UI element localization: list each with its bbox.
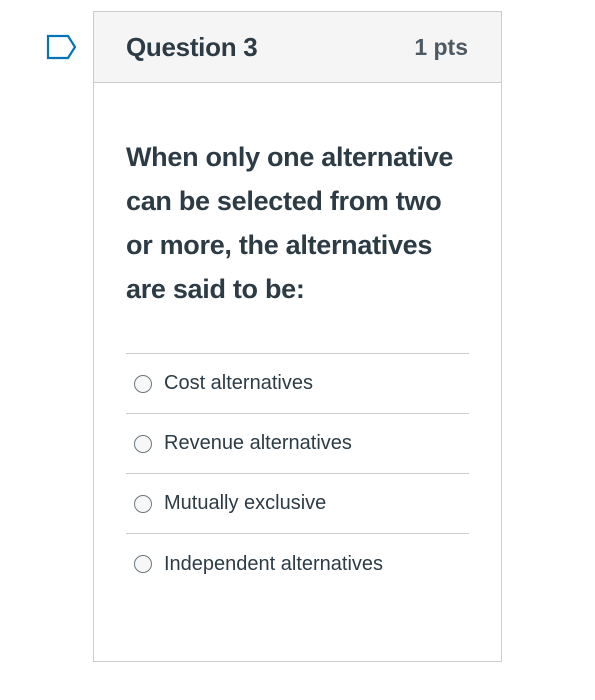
- answer-list: Cost alternatives Revenue alternatives M…: [126, 353, 469, 594]
- question-title: Question 3: [126, 31, 258, 62]
- radio-button[interactable]: [134, 434, 152, 453]
- answer-option[interactable]: Independent alternatives: [126, 534, 469, 594]
- question-header: Question 3 1 pts: [94, 12, 501, 83]
- radio-button[interactable]: [134, 494, 152, 513]
- answer-option[interactable]: Mutually exclusive: [126, 474, 469, 534]
- answer-option[interactable]: Revenue alternatives: [126, 414, 469, 474]
- flag-question-icon[interactable]: [46, 34, 78, 60]
- question-text: When only one alternative can be selecte…: [126, 142, 454, 304]
- answer-label[interactable]: Revenue alternatives: [164, 432, 352, 455]
- answer-label[interactable]: Independent alternatives: [164, 553, 383, 576]
- answer-label[interactable]: Cost alternatives: [164, 372, 313, 395]
- answer-label[interactable]: Mutually exclusive: [164, 492, 326, 515]
- radio-button[interactable]: [134, 374, 152, 393]
- question-card: Question 3 1 pts When only one alternati…: [93, 11, 502, 662]
- question-points: 1 pts: [414, 33, 468, 60]
- answer-option[interactable]: Cost alternatives: [126, 354, 469, 414]
- radio-button[interactable]: [134, 555, 152, 573]
